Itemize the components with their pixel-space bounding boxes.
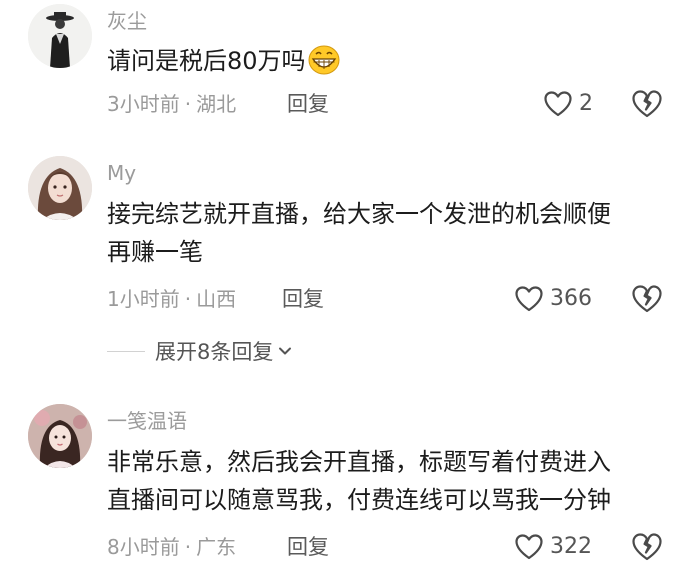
chevron-down-icon (279, 347, 292, 355)
username[interactable]: 灰尘 (107, 9, 147, 33)
reply-button[interactable]: 回复 (287, 92, 329, 116)
heart-outline-icon (515, 534, 543, 560)
like-count: 322 (550, 534, 592, 559)
username[interactable]: My (107, 161, 136, 185)
comment-text-line: 接完综艺就开直播，给大家一个发泄的机会顺便 (107, 200, 611, 228)
grinning-emoji-icon (308, 45, 340, 86)
reply-button[interactable]: 回复 (287, 535, 329, 559)
comment-meta: 1小时前 · 山西 (107, 287, 236, 311)
like-button[interactable]: 322 (515, 534, 592, 560)
comment-text: 请问是税后80万吗 (107, 42, 667, 86)
heart-outline-icon (515, 286, 543, 312)
broken-heart-icon (632, 285, 662, 313)
comment-text: 接完综艺就开直播，给大家一个发泄的机会顺便 再赚一笔 (107, 195, 667, 271)
separator: · (184, 287, 192, 311)
reply-button[interactable]: 回复 (282, 287, 324, 311)
like-count: 366 (550, 286, 592, 311)
comment-text-line: 直播间可以随意骂我，付费连线可以骂我一分钟 (107, 486, 611, 514)
comment-text-content: 请问是税后80万吗 (107, 47, 306, 75)
comment-text-line: 再赚一笔 (107, 238, 203, 266)
comment-text: 非常乐意，然后我会开直播，标题写着付费进入 直播间可以随意骂我，付费连线可以骂我… (107, 443, 667, 519)
comment-time: 1小时前 (107, 287, 180, 311)
username[interactable]: 一笺温语 (107, 409, 187, 433)
separator: · (184, 535, 192, 559)
comment-meta: 3小时前 · 湖北 (107, 92, 236, 116)
comment-text-line: 非常乐意，然后我会开直播，标题写着付费进入 (107, 448, 611, 476)
comment-time: 8小时前 (107, 535, 180, 559)
like-count: 2 (579, 91, 593, 116)
broken-heart-icon (632, 90, 662, 118)
comment-location: 湖北 (196, 92, 237, 116)
avatar[interactable] (28, 156, 92, 220)
avatar[interactable] (28, 404, 92, 468)
expand-replies-label: 展开8条回复 (155, 340, 274, 364)
like-button[interactable]: 366 (515, 286, 592, 312)
expand-replies-button[interactable]: 展开8条回复 (107, 336, 294, 366)
separator: · (184, 92, 192, 116)
comment-location: 山西 (196, 287, 237, 311)
dislike-button[interactable] (632, 90, 662, 118)
avatar[interactable] (28, 4, 92, 68)
like-button[interactable]: 2 (544, 91, 593, 117)
dislike-button[interactable] (632, 285, 662, 313)
heart-outline-icon (544, 91, 572, 117)
comment-location: 广东 (196, 535, 237, 559)
divider (107, 350, 145, 352)
broken-heart-icon (632, 533, 662, 561)
dislike-button[interactable] (632, 533, 662, 561)
comment-time: 3小时前 (107, 92, 180, 116)
comment-meta: 8小时前 · 广东 (107, 535, 236, 559)
